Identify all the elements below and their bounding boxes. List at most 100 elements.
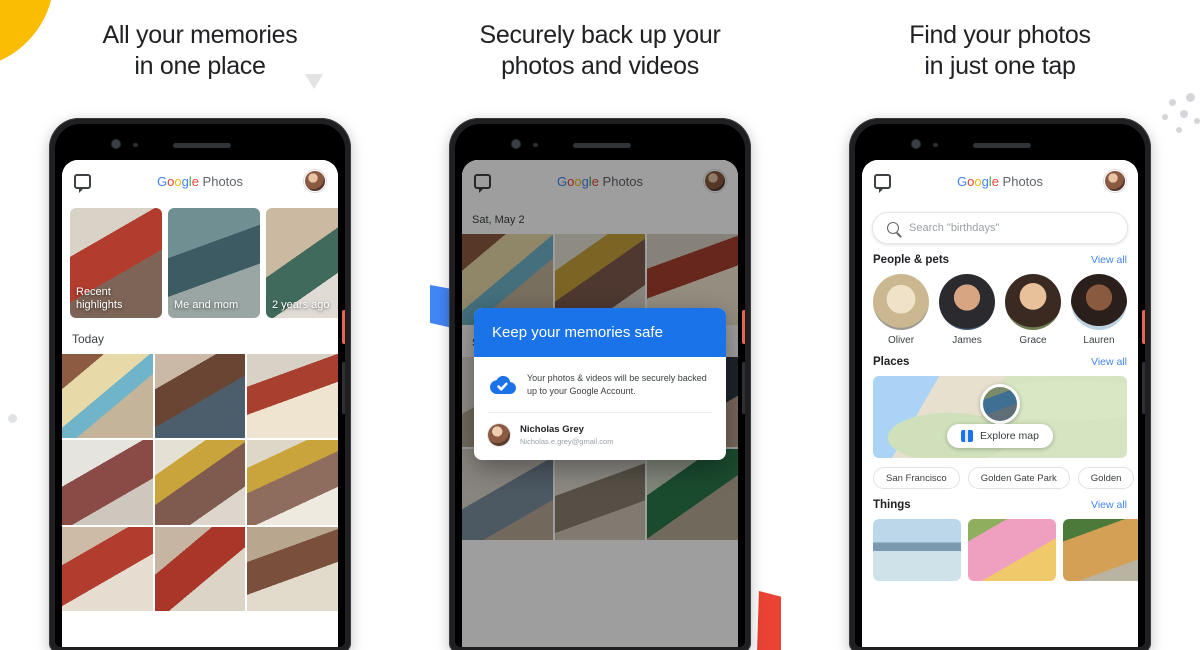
- person-name: Oliver: [887, 335, 915, 346]
- places-map[interactable]: Explore map: [873, 376, 1127, 458]
- promo-screenshot: All your memories in one place Google Ph…: [0, 0, 1200, 650]
- section-title: People & pets: [873, 254, 950, 266]
- photo-thumbnail[interactable]: [247, 440, 338, 525]
- person-item[interactable]: James: [939, 274, 995, 346]
- photo-thumbnail[interactable]: [62, 526, 153, 611]
- memory-card-label: Me and mom: [174, 299, 239, 311]
- phone-bezel: [455, 124, 745, 164]
- phone-screen-3: Google Photos Search "birthdays" People …: [862, 160, 1138, 647]
- account-avatar: [488, 424, 510, 446]
- person-item[interactable]: Lauren: [1071, 274, 1127, 346]
- photo-thumbnail[interactable]: [154, 354, 246, 439]
- person-avatar: [1005, 274, 1061, 330]
- headline-memories: All your memories in one place: [102, 21, 298, 80]
- photo-thumbnail[interactable]: [247, 354, 338, 439]
- photo-thumbnail[interactable]: [154, 440, 246, 525]
- search-input[interactable]: Search "birthdays": [909, 222, 999, 234]
- section-header-today: Today: [72, 332, 105, 346]
- memory-card-label: 2 years ago: [272, 299, 330, 311]
- dialog-account-row[interactable]: Nicholas Grey Nicholas.e.grey@gmail.com: [474, 413, 726, 460]
- photo-grid: [62, 354, 338, 611]
- front-camera-icon: [112, 140, 120, 148]
- section-header-people: People & pets View all: [862, 244, 1138, 270]
- thing-thumbnail[interactable]: [1063, 519, 1138, 581]
- person-avatar: [939, 274, 995, 330]
- phone-volume-button: [342, 362, 345, 414]
- photo-thumbnail[interactable]: [247, 526, 338, 611]
- memory-card[interactable]: Recent highlights: [70, 208, 162, 318]
- panel-backup: Securely back up your photos and videos …: [400, 0, 800, 650]
- map-icon: [961, 430, 974, 442]
- view-all-things-link[interactable]: View all: [1091, 499, 1127, 511]
- things-row: [862, 515, 1138, 581]
- phone-mockup-1: Google Photos Recent highlights Me and m…: [49, 118, 351, 650]
- search-bar[interactable]: Search "birthdays": [872, 212, 1128, 244]
- earpiece-speaker: [973, 143, 1031, 148]
- dialog-title: Keep your memories safe: [474, 308, 726, 357]
- backup-dialog: Keep your memories safe Your photos & vi…: [474, 308, 726, 460]
- section-header-places: Places View all: [862, 346, 1138, 372]
- search-icon: [887, 222, 899, 234]
- phone-power-button: [342, 310, 345, 344]
- memory-card[interactable]: 2 years ago: [266, 208, 338, 318]
- person-avatar: [873, 274, 929, 330]
- phone-volume-button: [1142, 362, 1145, 414]
- view-all-people-link[interactable]: View all: [1091, 254, 1127, 266]
- chat-bubble-icon[interactable]: [874, 173, 891, 193]
- app-bar: Google Photos: [862, 160, 1138, 202]
- people-row: Oliver James Grace Lauren: [862, 270, 1138, 346]
- panel-search: Find your photos in just one tap Google …: [800, 0, 1200, 650]
- place-chip[interactable]: Golden: [1077, 467, 1135, 489]
- earpiece-speaker: [573, 143, 631, 148]
- sensor-icon: [133, 143, 138, 147]
- phone-power-button: [1142, 310, 1145, 344]
- front-camera-icon: [912, 140, 920, 148]
- phone-volume-button: [742, 362, 745, 414]
- view-all-places-link[interactable]: View all: [1091, 356, 1127, 368]
- avatar[interactable]: [1104, 170, 1126, 192]
- photo-thumbnail[interactable]: [154, 526, 246, 611]
- phone-screen-1: Google Photos Recent highlights Me and m…: [62, 160, 338, 647]
- person-name: Grace: [1019, 335, 1047, 346]
- map-photo-pin[interactable]: [980, 384, 1020, 424]
- explore-map-button[interactable]: Explore map: [947, 424, 1053, 448]
- thing-thumbnail[interactable]: [873, 519, 961, 581]
- sensor-icon: [933, 143, 938, 147]
- person-name: Lauren: [1083, 335, 1115, 346]
- place-chip[interactable]: San Francisco: [873, 467, 960, 489]
- google-photos-logo: Google Photos: [156, 173, 244, 189]
- thing-thumbnail[interactable]: [968, 519, 1056, 581]
- phone-power-button: [742, 310, 745, 344]
- person-item[interactable]: Grace: [1005, 274, 1061, 346]
- section-title: Places: [873, 356, 910, 368]
- sensor-icon: [533, 143, 538, 147]
- cloud-check-icon: [488, 374, 516, 395]
- place-chips-row: San Francisco Golden Gate Park Golden: [862, 458, 1138, 489]
- headline-backup: Securely back up your photos and videos: [479, 21, 721, 80]
- google-photos-logo: Google Photos: [956, 173, 1044, 189]
- person-avatar: [1071, 274, 1127, 330]
- avatar[interactable]: [304, 170, 326, 192]
- photo-thumbnail[interactable]: [62, 354, 153, 439]
- phone-mockup-2: Google Photos Sat, May 2 Sun, Feb 9: [449, 118, 751, 650]
- memory-card[interactable]: Me and mom: [168, 208, 260, 318]
- person-item[interactable]: Oliver: [873, 274, 929, 346]
- headline-search: Find your photos in just one tap: [909, 21, 1091, 80]
- chat-bubble-icon[interactable]: [74, 173, 91, 193]
- account-name: Nicholas Grey: [520, 424, 584, 435]
- person-name: James: [952, 335, 982, 346]
- section-title: Things: [873, 499, 911, 511]
- phone-bezel: [55, 124, 345, 164]
- memory-cards-row: Recent highlights Me and mom 2 years ago: [62, 202, 338, 318]
- place-chip[interactable]: Golden Gate Park: [967, 467, 1070, 489]
- phone-screen-2: Google Photos Sat, May 2 Sun, Feb 9: [462, 160, 738, 647]
- explore-map-label: Explore map: [980, 430, 1039, 442]
- earpiece-speaker: [173, 143, 231, 148]
- front-camera-icon: [512, 140, 520, 148]
- app-bar: Google Photos: [62, 160, 338, 202]
- account-email: Nicholas.e.grey@gmail.com: [520, 437, 614, 446]
- phone-bezel: [855, 124, 1145, 164]
- section-header-things: Things View all: [862, 489, 1138, 515]
- phone-mockup-3: Google Photos Search "birthdays" People …: [849, 118, 1151, 650]
- photo-thumbnail[interactable]: [62, 440, 153, 525]
